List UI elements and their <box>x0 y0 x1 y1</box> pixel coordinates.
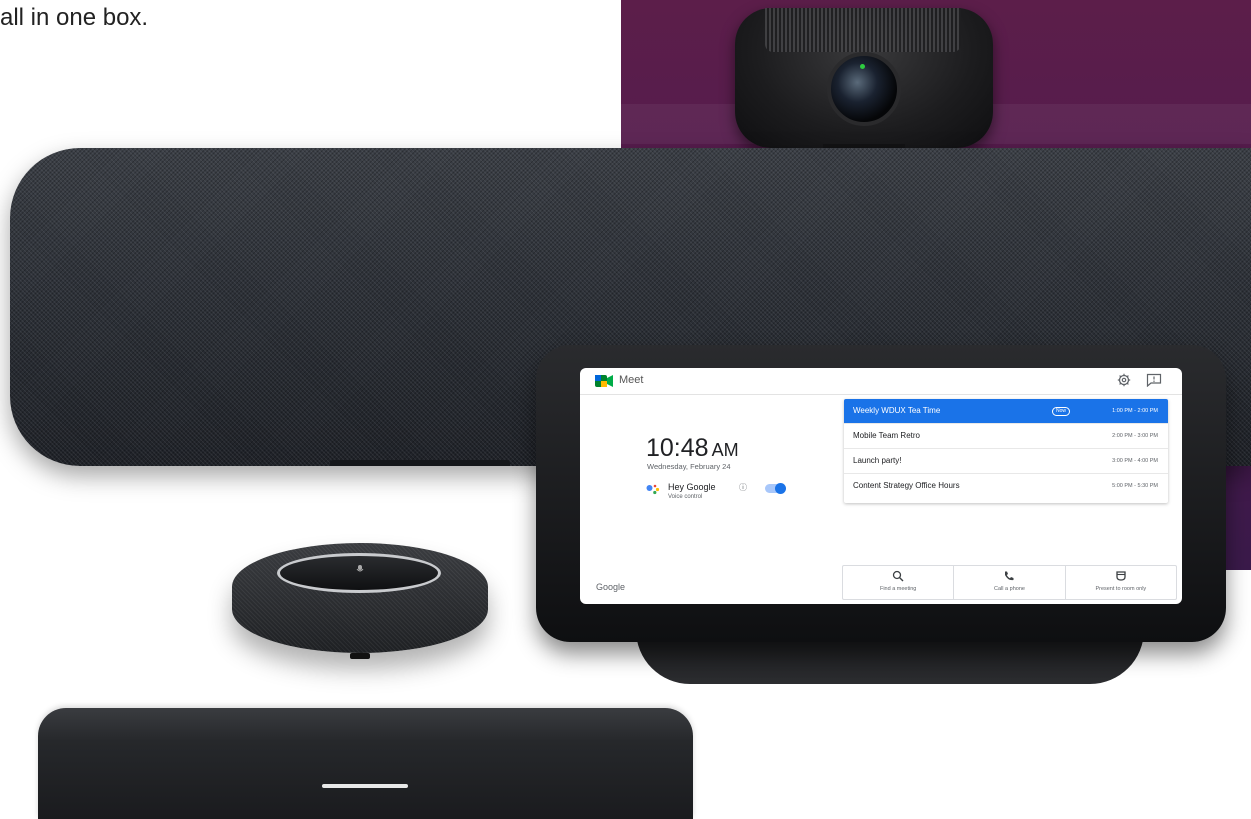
camera-device <box>735 8 993 164</box>
present-icon <box>1116 571 1126 581</box>
event-title: Launch party! <box>853 456 902 465</box>
speakerphone-device <box>232 543 488 659</box>
voice-control-toggle[interactable] <box>765 483 786 494</box>
present-room-label: Present to room only <box>1095 586 1147 592</box>
present-room-button[interactable]: Present to room only <box>1066 566 1176 599</box>
event-title: Weekly WDUX Tea Time <box>853 406 941 415</box>
tablet-screen: Meet 10:48 AM Wednesday, February 24 Hey … <box>580 368 1182 604</box>
call-phone-label: Call a phone <box>994 586 1025 592</box>
gear-icon[interactable] <box>1117 373 1131 387</box>
find-meeting-button[interactable]: Find a meeting <box>843 566 955 599</box>
mute-mic-icon[interactable] <box>355 564 365 577</box>
caption-text: all in one box. <box>0 4 149 31</box>
hey-google-label: Hey Google <box>668 482 716 492</box>
call-phone-button[interactable]: Call a phone <box>954 566 1066 599</box>
event-list: Weekly WDUX Tea Time Now 1:00 PM - 2:00 … <box>844 399 1168 503</box>
info-icon[interactable]: ⓘ <box>739 482 747 493</box>
event-row[interactable]: Mobile Team Retro 2:00 PM - 3:00 PM <box>844 424 1168 449</box>
event-time: 3:00 PM - 4:00 PM <box>1112 458 1158 464</box>
camera-status-led <box>860 64 865 69</box>
camera-grille <box>765 8 961 52</box>
clock-time: 10:48 AM <box>646 434 739 462</box>
google-assistant-icon <box>646 484 660 495</box>
compute-box-device <box>38 708 693 819</box>
google-wordmark: Google <box>596 582 626 592</box>
event-row[interactable]: Launch party! 3:00 PM - 4:00 PM <box>844 449 1168 474</box>
search-icon <box>893 570 904 582</box>
event-time: 2:00 PM - 3:00 PM <box>1112 433 1158 439</box>
event-row[interactable]: Content Strategy Office Hours 5:00 PM - … <box>844 474 1168 499</box>
event-title: Mobile Team Retro <box>853 431 920 440</box>
event-time: 1:00 PM - 2:00 PM <box>1112 408 1158 414</box>
event-time: 5:00 PM - 5:30 PM <box>1112 483 1158 489</box>
find-meeting-label: Find a meeting <box>879 586 917 592</box>
app-title: Meet <box>619 374 644 386</box>
event-title: Content Strategy Office Hours <box>853 481 960 490</box>
speakerphone-top <box>277 553 441 593</box>
meet-logo-icon <box>595 375 613 387</box>
phone-icon <box>1005 571 1014 581</box>
feedback-icon[interactable] <box>1146 373 1162 387</box>
action-bar: Find a meeting Call a phone Present to r… <box>842 565 1177 600</box>
meet-top-bar: Meet <box>580 368 1182 395</box>
status-light <box>322 784 408 788</box>
now-badge: Now <box>1052 407 1071 416</box>
clock-date: Wednesday, February 24 <box>647 462 731 471</box>
camera-lens <box>827 52 901 126</box>
event-row[interactable]: Weekly WDUX Tea Time Now 1:00 PM - 2:00 … <box>844 399 1168 424</box>
voice-control-label: Voice control <box>668 494 703 500</box>
